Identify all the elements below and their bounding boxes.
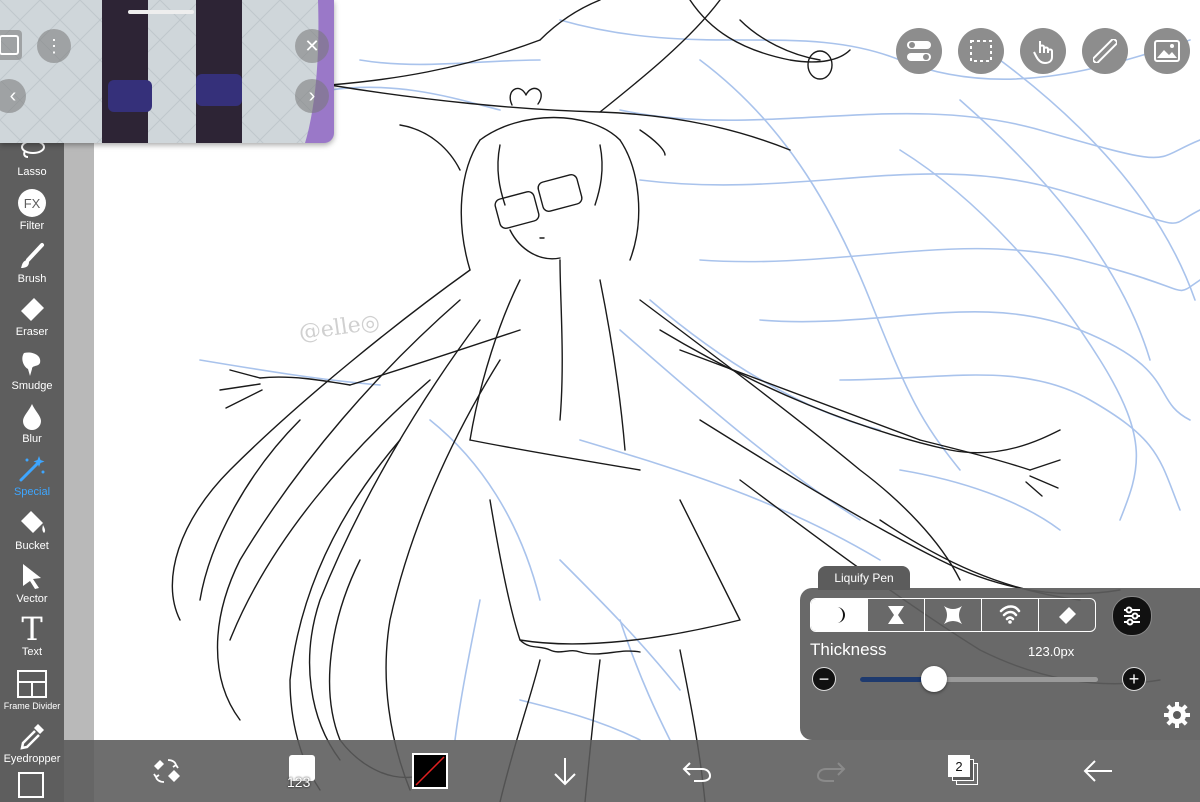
square-icon [0,35,19,55]
touch-button[interactable] [1020,28,1066,74]
expand-icon [944,606,962,624]
redo-button[interactable] [814,740,848,802]
undo-icon [682,762,712,782]
tool-frame-divider[interactable]: Frame Divider [0,659,64,711]
eyedropper-icon [17,721,47,751]
tool-label: Brush [17,273,47,285]
brush-size-value: 123 [287,774,311,790]
liquify-pen-title: Liquify Pen [818,566,910,590]
swap-brush-eraser-icon [153,759,180,783]
selection-icon [970,40,992,62]
liquify-panel: Thickness 123.0px − + [800,588,1200,740]
reference-window[interactable]: ⋮ ✕ ‹ › [0,0,334,143]
magic-wand-icon [17,454,47,484]
thickness-slider-thumb[interactable] [920,666,947,692]
liquify-mode-twirl[interactable] [981,599,1038,631]
redo-icon [816,762,846,782]
bucket-icon [17,508,47,538]
tool-smudge[interactable]: Smudge [0,340,64,392]
selection-button[interactable] [958,28,1004,74]
reference-image [0,0,334,143]
cursor-arrow-icon [17,561,47,591]
liquify-mode-eraser[interactable] [1038,599,1095,631]
liquify-mode-pinch[interactable] [867,599,924,631]
ruler-icon [1093,39,1117,63]
twirl-icon [999,605,1021,624]
toggle-icon [907,41,931,61]
gallery-icon [1154,40,1180,62]
tool-special[interactable]: Special [0,446,64,498]
tool-eraser[interactable]: Eraser [0,286,64,338]
eraser-icon [17,294,47,324]
pinch-icon [888,606,904,624]
canvas-icon[interactable] [18,772,44,798]
layers-button[interactable]: 2 [944,740,984,802]
thickness-value: 123.0px [1028,644,1075,659]
liquify-mode-selector [810,598,1096,632]
liquify-mode-pull[interactable] [811,599,867,631]
tool-label: Smudge [11,380,53,392]
eraser-icon [1059,607,1076,624]
arrow-down-icon [554,758,576,786]
tool-label: Vector [16,593,48,605]
color-swatch-icon [412,753,448,789]
sliders-icon [1124,606,1140,626]
tool-brush[interactable]: Brush [0,233,64,285]
reference-frame-button[interactable] [0,30,22,60]
liquify-mode-expand[interactable] [924,599,981,631]
thickness-label: Thickness [810,640,887,659]
color-swatch-button[interactable] [410,740,450,802]
layer-count: 2 [948,755,970,777]
thickness-decrease-button[interactable]: − [812,667,836,691]
brush-size-button[interactable]: 123 [276,740,326,802]
tool-label: Bucket [15,540,49,552]
thickness-slider[interactable] [860,666,1098,692]
reference-next-button[interactable]: › [295,79,329,113]
gear-icon[interactable] [1162,700,1192,730]
tool-label: Lasso [17,166,47,178]
filter-icon: FX [17,188,47,218]
layers-icon: 2 [948,755,980,787]
bottom-toolbar: 123 2 [64,740,1200,802]
text-icon: T [21,610,43,648]
brush-icon [17,241,47,271]
import-button[interactable] [548,740,582,802]
back-button[interactable] [1078,740,1118,802]
liquify-settings-button[interactable] [1112,596,1152,636]
gallery-button[interactable] [1144,28,1190,74]
tool-bucket[interactable]: Bucket [0,500,64,552]
close-icon: ✕ [304,35,320,56]
reference-menu-button[interactable]: ⋮ [37,29,71,63]
chevron-right-icon: › [308,84,316,107]
tool-blur[interactable]: Blur [0,393,64,445]
tool-text[interactable]: T Text [0,606,64,658]
tool-label: Frame Divider [3,701,61,711]
more-vertical-icon: ⋮ [45,36,63,56]
smudge-icon [17,348,47,378]
thickness-increase-button[interactable]: + [1122,667,1146,691]
tool-label: Blur [22,433,42,445]
touch-icon [1033,41,1053,65]
tool-label: Filter [19,220,45,232]
tool-filter[interactable]: FX Filter [0,180,64,232]
crescent-icon [837,607,845,623]
ruler-button[interactable] [1082,28,1128,74]
minus-icon: − [818,668,830,689]
tool-vector[interactable]: Vector [0,553,64,605]
tool-switch-button[interactable] [144,740,188,802]
chevron-left-icon: ‹ [9,84,17,107]
tool-label: Eraser [15,326,49,338]
arrow-left-icon [1083,760,1112,782]
tool-label: Text [21,646,43,658]
reference-close-button[interactable]: ✕ [295,29,329,63]
water-drop-icon [17,401,47,431]
tool-eyedropper[interactable]: Eyedropper [0,713,64,765]
undo-button[interactable] [680,740,714,802]
tool-label: Eyedropper [3,753,61,765]
svg-text:@elle◎: @elle◎ [297,310,381,346]
plus-icon: + [1128,668,1140,689]
frame-divider-icon [17,669,47,699]
toggle-view-button[interactable] [896,28,942,74]
tool-label: Special [13,486,51,498]
